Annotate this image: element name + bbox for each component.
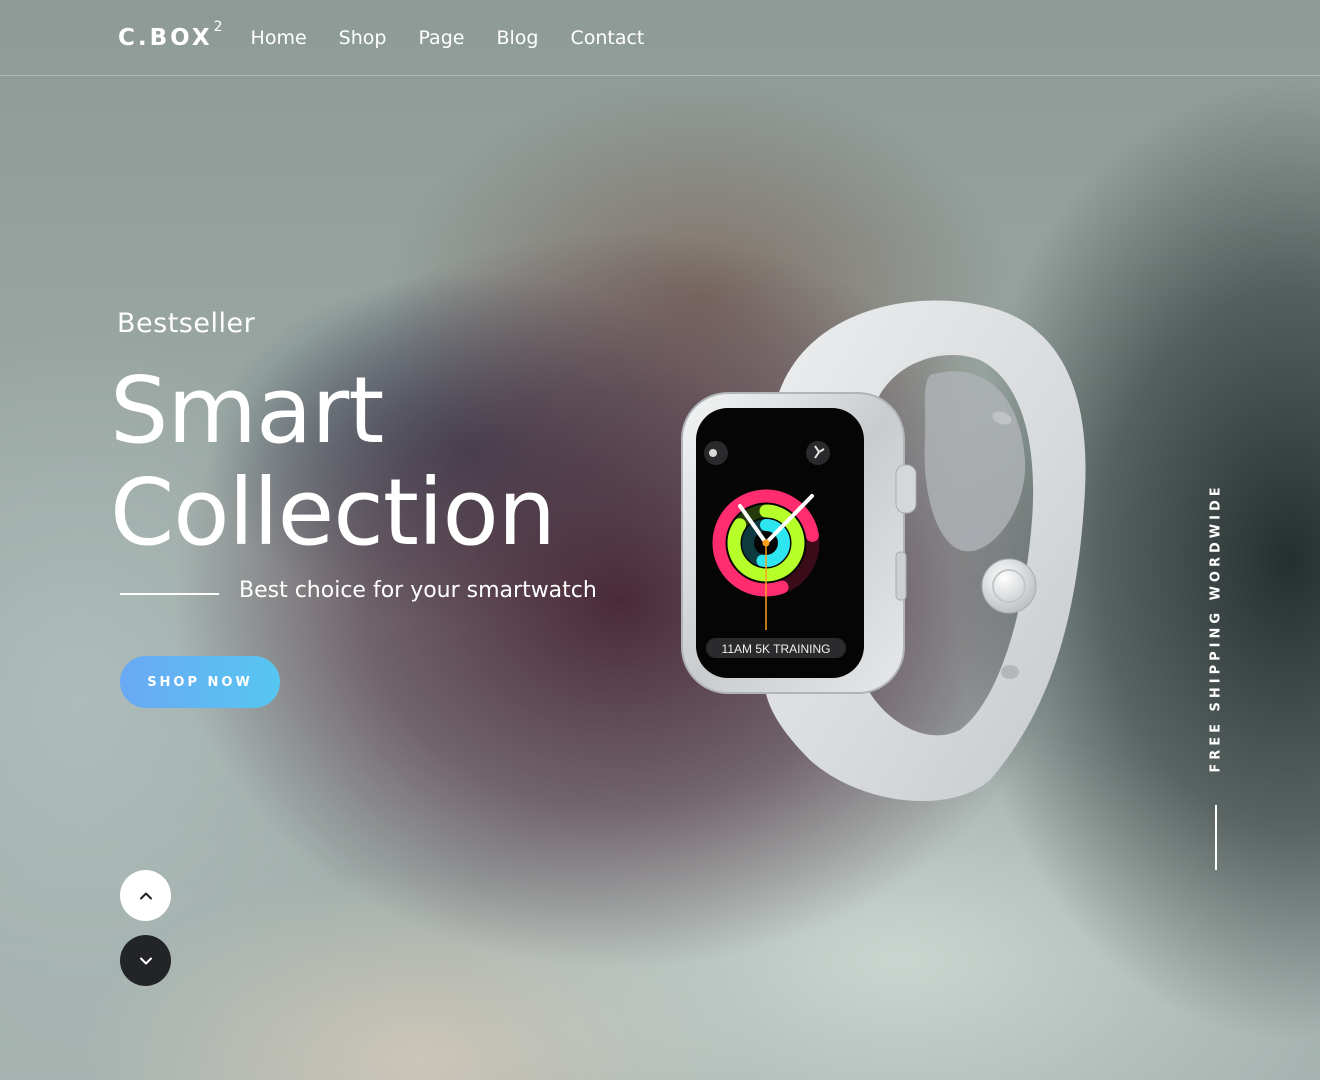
- slide-prev-button[interactable]: [120, 870, 171, 921]
- nav-item-page[interactable]: Page: [418, 27, 464, 49]
- hero-title-line2: Collection: [110, 459, 556, 566]
- brand-logo[interactable]: C.BOX 2: [118, 19, 223, 51]
- hero-tagline: Best choice for your smartwatch: [239, 578, 597, 603]
- nav-item-shop[interactable]: Shop: [339, 27, 387, 49]
- hero-title-line1: Smart: [110, 357, 384, 464]
- hero-title: Smart Collection: [110, 357, 556, 566]
- hero-eyebrow: Bestseller: [117, 308, 256, 339]
- main-nav: Home Shop Page Blog Contact: [251, 27, 645, 49]
- chevron-down-icon: [139, 957, 152, 964]
- nav-item-blog[interactable]: Blog: [496, 27, 538, 49]
- side-divider: [1215, 805, 1217, 870]
- chevron-up-icon: [139, 892, 152, 899]
- slide-next-button[interactable]: [120, 935, 171, 986]
- site-header: C.BOX 2 Home Shop Page Blog Contact: [0, 0, 1320, 76]
- brand-name: C.BOX: [118, 24, 213, 51]
- shop-now-button[interactable]: SHOP NOW: [120, 656, 280, 708]
- nav-item-contact[interactable]: Contact: [570, 27, 644, 49]
- free-shipping-label: FREE SHIPPING WORDWIDE: [1208, 483, 1224, 773]
- nav-item-home[interactable]: Home: [251, 27, 307, 49]
- tagline-divider: [120, 593, 219, 595]
- watch-screen-label: 11AM 5K TRAINING: [722, 642, 831, 656]
- brand-superscript: 2: [213, 18, 223, 35]
- smartwatch-image: 11AM 5K TRAINING: [681, 300, 1086, 802]
